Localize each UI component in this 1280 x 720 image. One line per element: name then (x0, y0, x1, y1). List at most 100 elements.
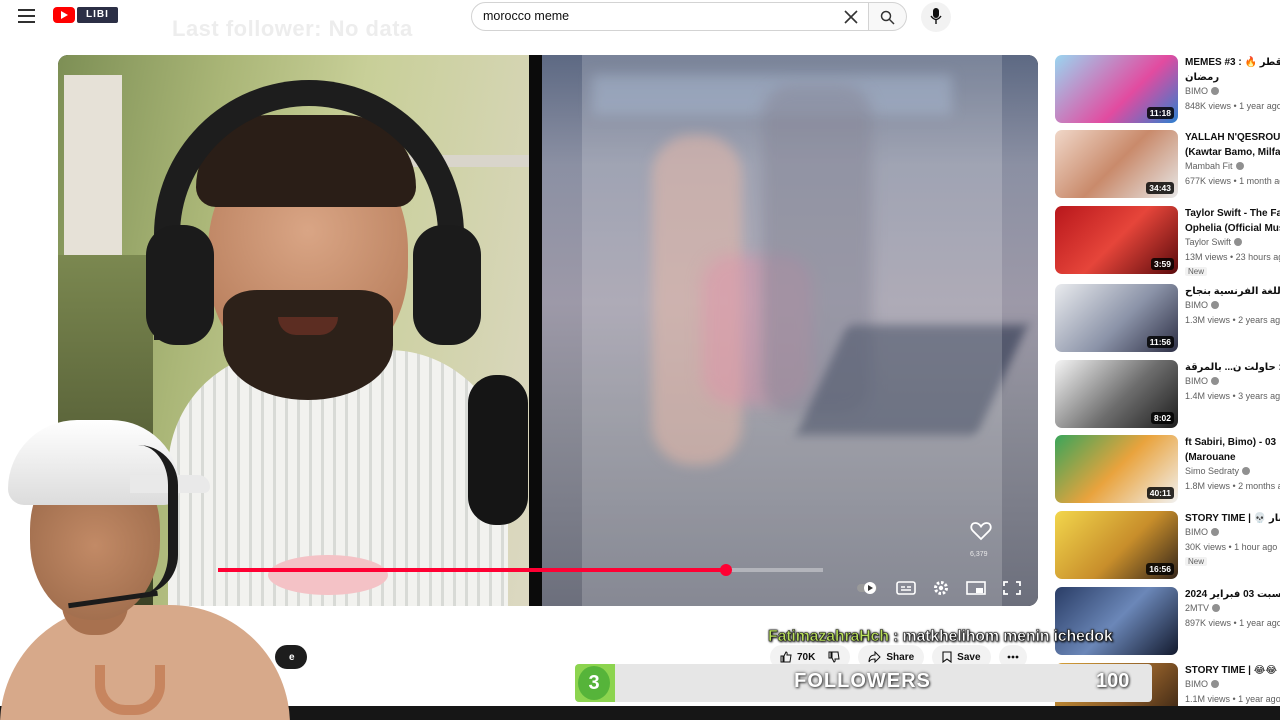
verified-check-icon (1235, 162, 1244, 170)
streamer-shirt-logo (95, 665, 165, 715)
recommendation-thumbnail[interactable]: 11:56 (1055, 284, 1178, 352)
share-label: Share (886, 651, 915, 663)
recommendation-title-line2[interactable]: (Marouane (1185, 450, 1280, 465)
recommendation-card[interactable]: 34:43 YALLAH N'QESROU (Kawtar Bamo, Milfay… (1055, 130, 1280, 198)
recommendation-channel[interactable]: BIMO (1185, 86, 1220, 96)
more-dots-icon (1007, 655, 1018, 659)
channel-name[interactable]: BIMO (1185, 86, 1208, 96)
recommendation-meta: 677K views • 1 month ag (1185, 176, 1280, 186)
headphone-right-cup (413, 225, 481, 345)
voice-search-button[interactable] (921, 2, 951, 32)
microphone-icon (930, 8, 942, 24)
channel-name[interactable]: BIMO (1185, 300, 1208, 310)
miniplayer-icon[interactable] (965, 579, 987, 597)
recommendation-channel[interactable]: 2MTV (1185, 603, 1221, 613)
progress-bar[interactable] (218, 564, 823, 576)
verified-check-icon (1211, 377, 1220, 385)
video-duration: 40:11 (1146, 487, 1174, 499)
recommendation-channel[interactable]: BIMO (1185, 300, 1220, 310)
reacted-video-pane: 6,379 (542, 55, 1038, 606)
bookmark-icon (942, 651, 952, 663)
recommendation-thumbnail[interactable]: 3:59 (1055, 206, 1178, 274)
like-count: 70K (797, 651, 816, 663)
recommendation-title[interactable]: Taylor Swift - The Fat (1185, 206, 1280, 221)
verified-check-icon (1212, 604, 1221, 612)
new-badge: New (1185, 557, 1208, 566)
clear-search-icon[interactable] (843, 9, 859, 25)
wall-frame (64, 75, 122, 255)
search-icon (880, 10, 895, 25)
recommendation-channel[interactable]: Simo Sedraty (1185, 466, 1251, 476)
channel-name[interactable]: 2MTV (1185, 603, 1209, 613)
channel-name[interactable]: BIMO (1185, 376, 1208, 386)
headphone-left-cup (146, 225, 214, 345)
recommendation-title[interactable]: STORY TIME | 😂😂 (1185, 663, 1280, 678)
recommendation-meta: 897K views • 1 year ago (1185, 618, 1280, 628)
recommendation-title-line2[interactable]: رمضان (1185, 70, 1280, 85)
video-duration: 3:59 (1150, 258, 1174, 270)
recommendation-meta: 1.8M views • 2 months a (1185, 481, 1280, 491)
recommendation-title[interactable]: STORY TIME | 💀 النار (1185, 511, 1280, 526)
streamer-headset (138, 445, 178, 595)
share-icon (868, 651, 882, 663)
recommendation-title[interactable]: ft Sabiri, Bimo) - 03 (1185, 435, 1280, 450)
follower-goal-target: 100 (1096, 670, 1130, 692)
heart-icon[interactable] (970, 521, 992, 541)
settings-gear-icon[interactable] (930, 579, 952, 597)
last-follower-overlay: Last follower: No data (172, 16, 413, 41)
recommendation-thumbnail[interactable]: 8:02 (1055, 360, 1178, 428)
recommendation-title[interactable]: ليلية : حاولت ن... بالمرقة ! (1185, 360, 1280, 375)
captions-icon[interactable] (895, 579, 917, 597)
channel-name[interactable]: BIMO (1185, 527, 1208, 537)
recommendation-channel[interactable]: BIMO (1185, 679, 1220, 689)
recommendation-thumbnail[interactable]: 16:56 (1055, 511, 1178, 579)
overlay-like-count: 6,379 (970, 551, 988, 558)
verified-check-icon (1211, 301, 1220, 309)
search-button[interactable] (869, 2, 907, 31)
recommendation-thumbnail[interactable]: 34:43 (1055, 130, 1178, 198)
video-duration: 34:43 (1146, 182, 1174, 194)
recommendation-title[interactable]: YALLAH N'QESROU (1185, 130, 1280, 145)
recommendation-thumbnail[interactable]: 40:11 (1055, 435, 1178, 503)
recommendation-title-line2[interactable]: Ophelia (Official Mus (1185, 221, 1280, 236)
search-input[interactable]: morocco meme (483, 9, 569, 23)
channel-badge: LIBI (77, 7, 118, 23)
channel-name[interactable]: Simo Sedraty (1185, 466, 1239, 476)
menu-icon[interactable] (18, 9, 35, 23)
chat-separator: : (888, 628, 903, 646)
thumbs-up-icon (780, 651, 792, 663)
recommendation-meta: 30K views • 1 hour ago (1185, 542, 1278, 552)
autoplay-toggle-icon[interactable] (856, 579, 878, 597)
recommendation-thumbnail[interactable]: 11:18 (1055, 55, 1178, 123)
search-box[interactable]: morocco meme (471, 2, 869, 31)
recommendation-card[interactable]: 16:56 STORY TIME | 💀 النارBIMO 30K views •… (1055, 511, 1280, 579)
video-duration: 8:02 (1150, 412, 1174, 424)
follower-goal-current: 3 (578, 666, 610, 700)
recommendation-channel[interactable]: BIMO (1185, 527, 1220, 537)
recommendation-title[interactable]: تم تعذيب اللغة الفرنسية بنجاح (1185, 284, 1280, 299)
channel-name[interactable]: BIMO (1185, 679, 1208, 689)
recommendation-card[interactable]: 11:56 تم تعذيب اللغة الفرنسية بنجاحBIMO 1.… (1055, 284, 1280, 352)
recommendation-channel[interactable]: Taylor Swift (1185, 237, 1243, 247)
recommendation-channel[interactable]: Mambah Fit (1185, 161, 1244, 171)
recommendation-card[interactable]: 40:11 ft Sabiri, Bimo) - 03 (Marouane Simo … (1055, 435, 1280, 503)
recommendation-meta: 1.3M views • 2 years ago (1185, 315, 1280, 325)
recommendation-title[interactable]: MEMES #3 : 🔥 قطر = (1185, 55, 1280, 70)
recommendation-meta: 1.1M views • 1 year ago (1185, 694, 1280, 704)
recommendation-title[interactable]: السبت 03 فبراير 2024 (1185, 587, 1280, 602)
video-duration: 16:56 (1146, 563, 1174, 575)
channel-name[interactable]: Mambah Fit (1185, 161, 1233, 171)
recommendation-meta: 848K views • 1 year ago (1185, 101, 1280, 111)
recommendation-channel[interactable]: BIMO (1185, 376, 1220, 386)
channel-name[interactable]: Taylor Swift (1185, 237, 1231, 247)
youtube-logo-icon[interactable] (53, 7, 75, 23)
chat-message: FatimazahraHch : matkhelihom menin iched… (768, 628, 1113, 646)
recommendation-card[interactable]: 8:02 ليلية : حاولت ن... بالمرقة !BIMO 1.4M… (1055, 360, 1280, 428)
fullscreen-icon[interactable] (1001, 579, 1023, 597)
thumbs-down-icon[interactable] (828, 651, 840, 663)
recommendation-card[interactable]: 3:59 Taylor Swift - The Fat Ophelia (Offic… (1055, 206, 1280, 276)
chat-text: matkhelihom menin ichedok (902, 628, 1113, 646)
recommendation-title-line2[interactable]: (Kawtar Bamo, Milfay (1185, 145, 1280, 160)
verified-check-icon (1242, 467, 1251, 475)
recommendation-card[interactable]: 11:18 MEMES #3 : 🔥 قطر =رمضانBIMO 848K vie… (1055, 55, 1280, 123)
